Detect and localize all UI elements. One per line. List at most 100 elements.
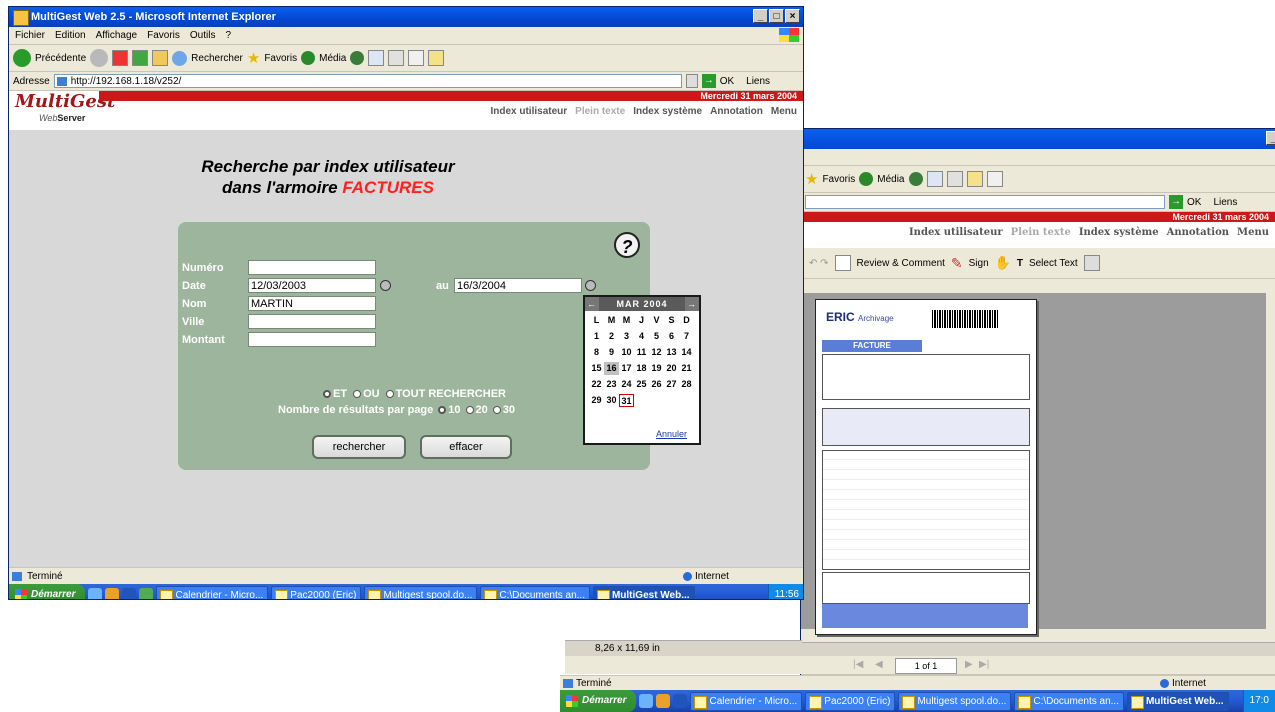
go-arrow-icon[interactable]: → <box>1169 195 1183 209</box>
calendar-day[interactable]: 10 <box>619 346 634 359</box>
input-amount[interactable] <box>248 332 376 347</box>
task-pac2000[interactable]: Pac2000 (Eric) <box>805 691 896 711</box>
links-button[interactable]: Liens <box>746 76 770 87</box>
task-documents[interactable]: C:\Documents an... <box>480 585 590 599</box>
task-calendar[interactable]: Calendrier - Micro... <box>690 691 803 711</box>
review-comment-button[interactable]: Review & Comment <box>857 258 945 269</box>
calendar-day[interactable]: 8 <box>589 346 604 359</box>
task-calendar[interactable]: Calendrier - Micro... <box>156 585 269 599</box>
quicklaunch-media-icon[interactable] <box>656 694 671 708</box>
calendar-picker-icon[interactable] <box>380 280 391 291</box>
calendar-day[interactable]: 27 <box>664 378 679 391</box>
task-documents[interactable]: C:\Documents an... <box>1014 691 1124 711</box>
radio-all[interactable]: TOUT RECHERCHER <box>385 388 506 400</box>
search-button[interactable]: rechercher <box>312 435 406 459</box>
input-city[interactable] <box>248 314 376 329</box>
favorites-star-icon[interactable]: ★ <box>805 170 818 188</box>
input-name[interactable]: MARTIN <box>248 296 376 311</box>
select-text-button[interactable]: Select Text <box>1029 258 1078 269</box>
task-multigest[interactable]: MultiGest Web... <box>592 585 695 599</box>
print-icon[interactable] <box>946 171 963 187</box>
favorites-button[interactable]: Favoris <box>264 53 297 64</box>
mail-icon[interactable] <box>368 50 385 66</box>
calendar-day-selected[interactable]: 16 <box>604 362 619 375</box>
stop-icon[interactable] <box>112 50 129 66</box>
calendar-day[interactable]: 28 <box>679 378 694 391</box>
calendar-day[interactable]: 6 <box>664 330 679 343</box>
rotate-icon[interactable]: ↶ ↷ <box>809 258 829 269</box>
menu-view[interactable]: Affichage <box>96 30 138 41</box>
nav-menu[interactable]: Menu <box>1237 227 1269 238</box>
snapshot-icon[interactable] <box>1083 255 1100 271</box>
messenger-icon[interactable] <box>986 171 1003 187</box>
pen-icon[interactable]: ✎ <box>951 255 963 272</box>
menu-help[interactable]: ? <box>225 30 231 41</box>
task-pac2000[interactable]: Pac2000 (Eric) <box>271 585 362 599</box>
media-icon[interactable] <box>301 51 316 65</box>
menu-file[interactable]: Fichier <box>15 30 45 41</box>
calendar-day[interactable]: 5 <box>649 330 664 343</box>
page-number-field[interactable]: 1 of 1 <box>895 658 957 674</box>
radio-or[interactable]: OU <box>353 388 380 400</box>
calendar-day[interactable]: 29 <box>589 394 604 407</box>
media-button[interactable]: Média <box>319 53 346 64</box>
input-date-from[interactable]: 12/03/2003 <box>248 278 376 293</box>
first-page-icon[interactable]: |◀ <box>853 656 863 674</box>
next-page-icon[interactable]: ▶ <box>965 656 973 674</box>
go-button[interactable]: OK <box>1187 197 1201 208</box>
menu-tools[interactable]: Outils <box>190 30 216 41</box>
nav-system-index[interactable]: Index système <box>1079 227 1159 238</box>
task-spool[interactable]: Multigest spool.do... <box>364 585 478 599</box>
input-number[interactable] <box>248 260 376 275</box>
go-arrow-icon[interactable]: → <box>701 74 716 88</box>
calendar-day[interactable]: 23 <box>604 378 619 391</box>
print-icon[interactable] <box>388 50 405 66</box>
calendar-day[interactable]: 17 <box>619 362 634 375</box>
calendar-day[interactable]: 19 <box>649 362 664 375</box>
radio-and[interactable]: ET <box>323 388 347 400</box>
calendar-day[interactable]: 30 <box>604 394 619 407</box>
calendar-day[interactable]: 14 <box>679 346 694 359</box>
calendar-day[interactable]: 12 <box>649 346 664 359</box>
calendar-day[interactable]: 13 <box>664 346 679 359</box>
calendar-cancel-link[interactable]: Annuler <box>656 429 687 439</box>
edit-icon[interactable] <box>408 50 425 66</box>
quicklaunch-ie-icon[interactable] <box>639 694 654 708</box>
back-button[interactable]: Précédente <box>35 53 86 64</box>
calendar-day[interactable]: 15 <box>589 362 604 375</box>
favorites-button[interactable]: Favoris <box>822 174 855 185</box>
refresh-icon[interactable] <box>132 50 149 66</box>
nav-menu[interactable]: Menu <box>771 106 797 117</box>
calendar-day[interactable]: 20 <box>664 362 679 375</box>
media-button[interactable]: Média <box>877 174 904 185</box>
calendar-next-button[interactable]: → <box>685 297 699 311</box>
address-input[interactable]: http://192.168.1.18/v252/ <box>53 74 682 88</box>
sign-button[interactable]: Sign <box>969 258 989 269</box>
select-text-icon[interactable]: T <box>1017 258 1023 269</box>
menu-favorites[interactable]: Favoris <box>147 30 180 41</box>
quicklaunch-word-icon[interactable] <box>673 694 688 708</box>
address-dropdown-icon[interactable] <box>685 74 698 88</box>
page-icon[interactable] <box>834 255 851 271</box>
quicklaunch-desktop-icon[interactable] <box>139 588 154 599</box>
nav-annotation[interactable]: Annotation <box>710 106 763 117</box>
start-button[interactable]: Démarrer <box>9 584 86 599</box>
radio-results-30[interactable]: 30 <box>492 404 515 416</box>
back-arrow-icon[interactable] <box>13 49 31 67</box>
home-icon[interactable] <box>152 50 169 66</box>
calendar-day[interactable]: 22 <box>589 378 604 391</box>
task-multigest[interactable]: MultiGest Web... <box>1126 691 1229 711</box>
calendar-picker-icon-2[interactable] <box>585 280 596 291</box>
search-button[interactable]: Rechercher <box>191 53 243 64</box>
radio-results-20[interactable]: 20 <box>465 404 488 416</box>
nav-system-index[interactable]: Index système <box>633 106 702 117</box>
clear-button[interactable]: effacer <box>420 435 512 459</box>
favorites-star-icon[interactable]: ★ <box>247 49 260 67</box>
calendar-day[interactable]: 26 <box>649 378 664 391</box>
calendar-day[interactable]: 24 <box>619 378 634 391</box>
nav-user-index[interactable]: Index utilisateur <box>909 227 1003 238</box>
nav-full-text[interactable]: Plein texte <box>1011 227 1071 238</box>
calendar-day[interactable]: 18 <box>634 362 649 375</box>
address-input[interactable] <box>805 195 1165 209</box>
prev-page-icon[interactable]: ◀ <box>875 656 883 674</box>
